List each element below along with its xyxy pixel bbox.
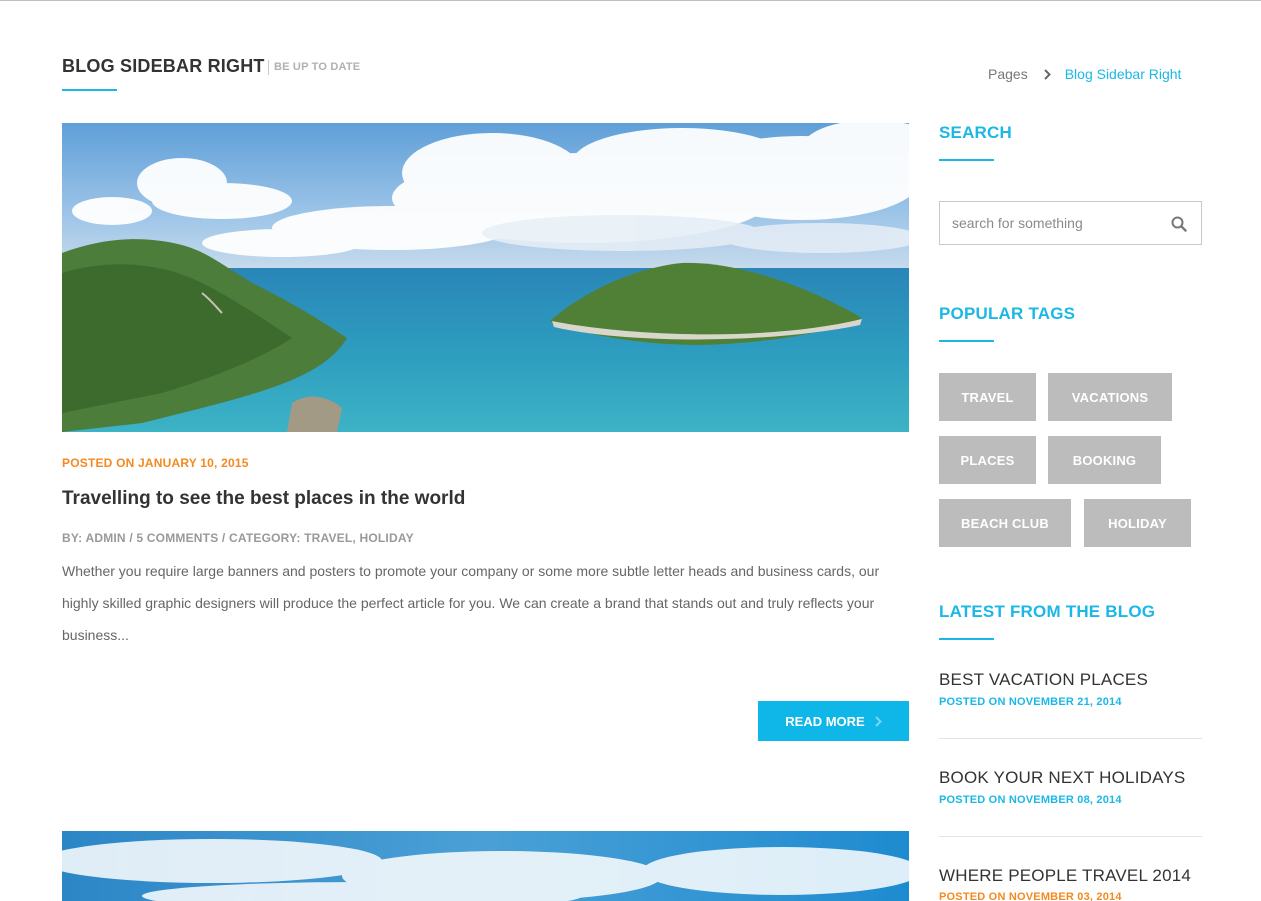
- latest-item-date: POSTED ON NOVEMBER 21, 2014: [939, 696, 1122, 708]
- search-input[interactable]: [952, 202, 1162, 244]
- tag-booking[interactable]: BOOKING: [1048, 436, 1161, 484]
- search-widget-title: SEARCH: [939, 123, 1012, 142]
- page-title: BLOG SIDEBAR RIGHT: [62, 56, 265, 76]
- read-more-label: READ MORE: [785, 713, 865, 729]
- latest-item-date: POSTED ON NOVEMBER 08, 2014: [939, 794, 1122, 806]
- search-box: [939, 201, 1202, 245]
- tag-vacations[interactable]: VACATIONS: [1048, 373, 1172, 421]
- breadcrumb-pages-link[interactable]: Pages: [988, 66, 1028, 82]
- latest-title-underline: [939, 638, 994, 640]
- latest-item-title[interactable]: BOOK YOUR NEXT HOLIDAYS: [939, 768, 1185, 788]
- tags-title-underline: [939, 340, 994, 342]
- latest-item-date: POSTED ON NOVEMBER 03, 2014: [939, 891, 1122, 901]
- page-title-underline: [62, 89, 117, 91]
- tag-holiday[interactable]: HOLIDAY: [1084, 499, 1191, 547]
- latest-item-title[interactable]: BEST VACATION PLACES: [939, 670, 1148, 690]
- search-icon[interactable]: [1169, 214, 1189, 234]
- breadcrumb-current: Blog Sidebar Right: [1064, 66, 1182, 82]
- second-post-image[interactable]: [62, 831, 909, 901]
- read-more-button[interactable]: READ MORE: [758, 701, 909, 741]
- page-subtitle: BE UP TO DATE: [268, 60, 360, 75]
- latest-item-divider: [939, 836, 1202, 837]
- latest-item-title[interactable]: WHERE PEOPLE TRAVEL 2014: [939, 866, 1191, 886]
- chevron-right-icon: [875, 715, 882, 727]
- search-title-underline: [939, 159, 994, 161]
- latest-widget-title: LATEST FROM THE BLOG: [939, 602, 1156, 621]
- top-border: [0, 0, 1261, 1]
- post-excerpt: Whether you require large banners and po…: [62, 563, 880, 643]
- breadcrumb: Pages Blog Sidebar Right: [988, 66, 1181, 82]
- post-meta: BY: ADMIN / 5 COMMENTS / CATEGORY: TRAVE…: [62, 531, 414, 545]
- tags-widget-title: POPULAR TAGS: [939, 304, 1076, 323]
- chevron-right-icon: [1043, 68, 1051, 80]
- tag-beach-club[interactable]: BEACH CLUB: [939, 499, 1071, 547]
- post-date: POSTED ON JANUARY 10, 2015: [62, 456, 249, 470]
- post-featured-image[interactable]: [62, 123, 909, 432]
- post-title[interactable]: Travelling to see the best places in the…: [62, 488, 465, 510]
- latest-item-divider: [939, 738, 1202, 739]
- tag-travel[interactable]: TRAVEL: [939, 373, 1036, 421]
- tag-places[interactable]: PLACES: [939, 436, 1036, 484]
